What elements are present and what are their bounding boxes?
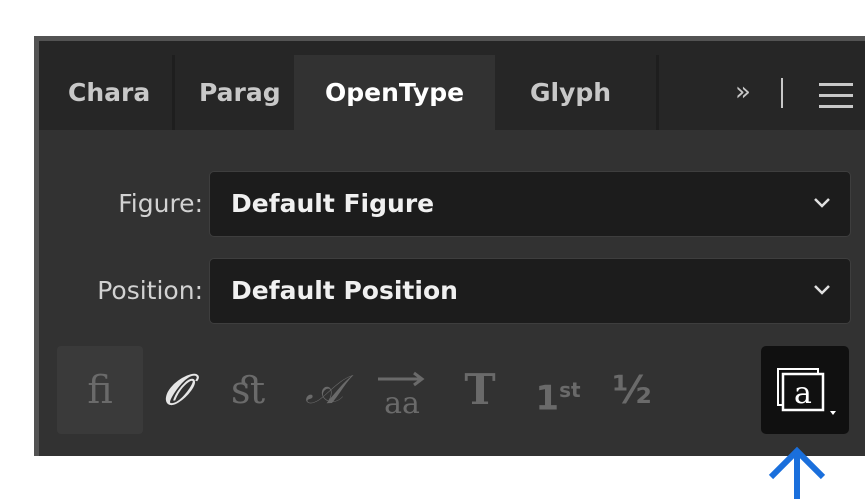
double-chevron-right-icon: » — [735, 77, 751, 107]
tab-character[interactable]: Chara — [68, 55, 150, 130]
chevron-down-icon — [814, 198, 830, 208]
panel-menu-button[interactable] — [819, 83, 853, 116]
opentype-panel: Chara Parag OpenType Glyph » Figure: Def… — [34, 36, 865, 456]
divider-bar — [781, 77, 784, 108]
tab-opentype[interactable]: OpenType — [294, 55, 496, 130]
swash-icon[interactable]: 𝒜 — [289, 346, 359, 434]
stylistic-alternates-icon[interactable]: aa — [365, 346, 439, 434]
position-label: Position: — [97, 276, 203, 305]
ordinals-icon[interactable]: 1st — [521, 346, 595, 434]
tab-divider — [656, 55, 659, 130]
svg-text:aa: aa — [384, 386, 420, 421]
position-value: Default Position — [231, 276, 458, 305]
panel-body: Chara Parag OpenType Glyph » Figure: Def… — [39, 41, 865, 456]
contextual-alternates-icon[interactable]: 𝒪 — [146, 346, 206, 434]
figure-dropdown[interactable]: Default Figure — [209, 171, 851, 237]
tab-paragraph[interactable]: Parag — [199, 55, 281, 130]
stylistic-sets-button[interactable]: a — [761, 346, 849, 434]
position-dropdown[interactable]: Default Position — [209, 258, 851, 324]
stylistic-sets-icon: a — [777, 367, 836, 415]
hamburger-menu-icon — [819, 83, 853, 86]
tab-bar: Chara Parag OpenType Glyph » — [39, 41, 865, 130]
standard-ligatures-icon[interactable]: ﬁ — [57, 346, 143, 434]
discretionary-ligatures-icon[interactable]: ﬆ — [211, 346, 287, 434]
opentype-feature-toolbar: ﬁ 𝒪 ﬆ 𝒜 aa T 1st ½ a — [39, 344, 865, 444]
arrow-over-aa-icon: aa — [378, 371, 425, 421]
pointer-arrow-up-icon — [768, 446, 826, 499]
fractions-icon[interactable]: ½ — [599, 346, 665, 434]
chevron-down-icon — [814, 285, 830, 295]
svg-text:a: a — [794, 376, 812, 411]
tab-divider — [172, 55, 175, 130]
figure-value: Default Figure — [231, 189, 435, 218]
tab-glyphs[interactable]: Glyph — [530, 55, 611, 130]
tab-overflow-button[interactable]: » — [735, 55, 784, 130]
titling-alternates-icon[interactable]: T — [443, 346, 517, 434]
figure-label: Figure: — [118, 189, 203, 218]
